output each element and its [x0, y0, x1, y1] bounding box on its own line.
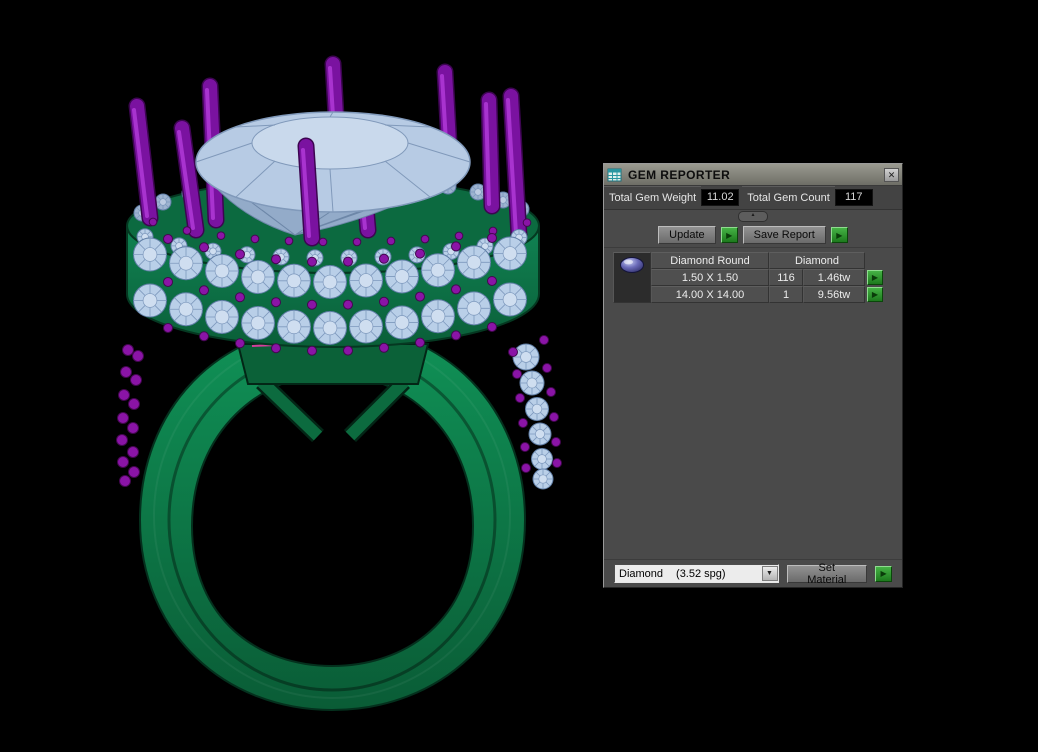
gem-table: Diamond Round Diamond 1.50 X 1.50 116 1.…: [613, 252, 893, 303]
gem-reporter-titlebar[interactable]: GEM REPORTER ✕: [604, 164, 902, 186]
set-material-run-icon[interactable]: ▶: [875, 565, 892, 582]
gem-weight-cell[interactable]: 9.56tw: [803, 286, 865, 303]
gem-name-cell[interactable]: Diamond Round: [651, 252, 769, 269]
collapse-handle[interactable]: ▴: [738, 211, 768, 222]
update-button[interactable]: Update: [658, 226, 716, 244]
material-bar: Diamond (3.52 spg) ▼ Set Material ▶: [604, 560, 902, 587]
row-action-cell: ▶: [865, 286, 887, 303]
panel-title: GEM REPORTER: [628, 167, 731, 182]
gem-count-cell[interactable]: 116: [769, 269, 803, 286]
gem-weight-cell[interactable]: 1.46tw: [803, 269, 865, 286]
total-gem-weight-label: Total Gem Weight: [604, 186, 701, 209]
dropdown-arrow-icon[interactable]: ▼: [761, 566, 778, 581]
gem-stats-bar: Total Gem Weight 11.02 Total Gem Count 1…: [604, 186, 902, 210]
material-name: Diamond: [619, 567, 664, 580]
gem-reporter-panel: GEM REPORTER ✕ Total Gem Weight 11.02 To…: [603, 163, 903, 588]
spacer-cell: [865, 252, 887, 269]
collapse-strip: ▴: [604, 210, 902, 223]
gem-count-cell[interactable]: 1: [769, 286, 803, 303]
save-report-button[interactable]: Save Report: [742, 226, 826, 244]
gem-size-cell[interactable]: 1.50 X 1.50: [651, 269, 769, 286]
app-window: GEM REPORTER ✕ Total Gem Weight 11.02 To…: [0, 0, 1038, 752]
material-density: (3.52 spg): [676, 567, 726, 580]
close-button[interactable]: ✕: [884, 167, 899, 182]
row-select-icon[interactable]: ▶: [867, 287, 883, 302]
gem-reporter-icon: [607, 168, 622, 181]
total-gem-count-value: 117: [834, 189, 873, 206]
update-run-icon[interactable]: ▶: [720, 227, 738, 243]
row-action-cell: ▶: [865, 269, 887, 286]
save-report-run-icon[interactable]: ▶: [830, 227, 848, 243]
ring-gallery: [236, 341, 430, 443]
gem-material-cell[interactable]: Diamond: [769, 252, 865, 269]
action-button-row: Update ▶ Save Report ▶: [604, 223, 902, 247]
set-material-button[interactable]: Set Material: [786, 562, 868, 586]
total-gem-count-label: Total Gem Count: [742, 186, 835, 209]
total-gem-weight-value: 11.02: [701, 189, 740, 206]
gem-thumbnail-cell: [613, 252, 651, 303]
gem-list-area: Diamond Round Diamond 1.50 X 1.50 116 1.…: [604, 247, 902, 560]
gem-size-cell[interactable]: 14.00 X 14.00: [651, 286, 769, 303]
row-select-icon[interactable]: ▶: [867, 270, 883, 285]
gem-thumbnail-icon: [620, 257, 644, 273]
material-dropdown[interactable]: Diamond (3.52 spg) ▼: [614, 564, 779, 583]
